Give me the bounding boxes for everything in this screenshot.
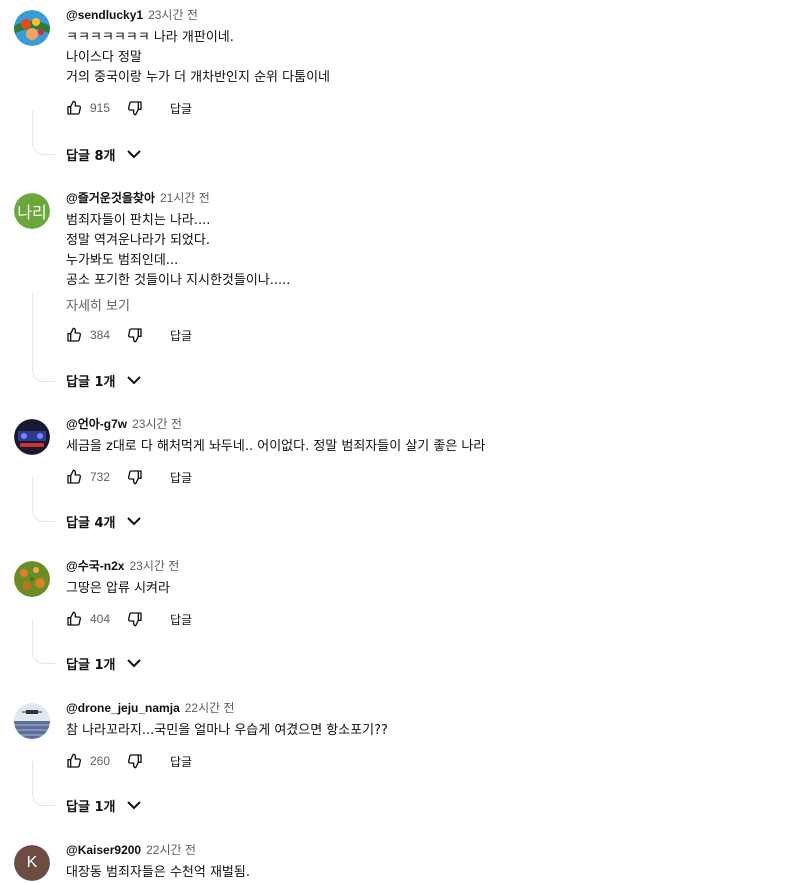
replies-count-label: 답글 8개 — [66, 148, 116, 164]
thumbs-up-icon — [66, 611, 82, 627]
timestamp[interactable]: 21시간 전 — [160, 189, 210, 206]
dislike-button[interactable] — [127, 753, 143, 769]
comment-actions: 384 답글 — [66, 326, 192, 344]
read-more-link[interactable]: 자세히 보기 — [66, 295, 130, 314]
reply-button[interactable]: 답글 — [170, 753, 192, 770]
like-button[interactable] — [66, 100, 82, 116]
thread-connector — [32, 477, 55, 522]
avatar[interactable] — [14, 561, 50, 597]
author-name[interactable]: @언아-g7w — [66, 415, 127, 432]
thumbs-down-icon — [127, 469, 143, 485]
chevron-down-icon — [115, 149, 142, 159]
timestamp[interactable]: 23시간 전 — [129, 557, 179, 574]
chevron-down-icon — [115, 516, 142, 526]
replies-count-label: 답글 1개 — [66, 374, 116, 390]
author-name[interactable]: @sendlucky1 — [66, 8, 143, 22]
comment-line: 공소 포기한 것들이나 지시한것들이나..... — [66, 273, 291, 288]
author-name[interactable]: @drone_jeju_namja — [66, 701, 180, 715]
dislike-button[interactable] — [127, 327, 143, 343]
like-button[interactable] — [66, 753, 82, 769]
like-button[interactable] — [66, 611, 82, 627]
thumbs-up-icon — [66, 753, 82, 769]
comment-text: 그땅은 압류 시켜라 — [66, 579, 170, 599]
comment-line: 대장동 범죄자들은 수천억 재벌됨. — [66, 865, 250, 880]
view-replies-button[interactable]: 답글 1개 — [66, 653, 142, 673]
like-count: 915 — [90, 101, 111, 115]
comment-line: 거의 중국이랑 누가 더 개차반인지 순위 다툼이네 — [66, 70, 330, 85]
author-name[interactable]: @수국-n2x — [66, 557, 124, 574]
timestamp[interactable]: 23시간 전 — [132, 415, 182, 432]
like-button[interactable] — [66, 327, 82, 343]
thumbs-down-icon — [127, 753, 143, 769]
dislike-button[interactable] — [127, 611, 143, 627]
avatar-initials: 나리 — [14, 193, 50, 229]
chevron-down-icon — [115, 375, 142, 385]
thread-connector — [32, 110, 55, 155]
comment-text: 대장동 범죄자들은 수천억 재벌됨. — [66, 863, 250, 883]
avatar[interactable] — [14, 703, 50, 739]
thumbs-down-icon — [127, 100, 143, 116]
author-name[interactable]: @Kaiser9200 — [66, 843, 141, 857]
view-replies-button[interactable]: 답글 4개 — [66, 511, 142, 531]
thread-connector — [32, 619, 55, 664]
reply-button[interactable]: 답글 — [170, 100, 192, 117]
avatar[interactable] — [14, 419, 50, 455]
reply-button[interactable]: 답글 — [170, 469, 192, 486]
comment-actions: 260 답글 — [66, 752, 192, 770]
dislike-button[interactable] — [127, 100, 143, 116]
chevron-down-icon — [115, 800, 142, 810]
replies-count-label: 답글 4개 — [66, 515, 116, 531]
thumbs-up-icon — [66, 469, 82, 485]
comment-line: 범죄자들이 판치는 나라.... — [66, 213, 211, 228]
like-button[interactable] — [66, 469, 82, 485]
comment-text: 범죄자들이 판치는 나라.... 정말 역겨운나라가 되었다. 누가봐도 범죄인… — [66, 211, 290, 291]
comment-line: 참 나라꼬라지...국민을 얼마나 우습게 여겼으면 항소포기?? — [66, 723, 388, 738]
comment-actions: 915 답글 — [66, 99, 192, 117]
comment-header: @drone_jeju_namja 22시간 전 — [66, 699, 235, 719]
comment-header: @즐거운것을찾아 21시간 전 — [66, 189, 210, 209]
thumbs-down-icon — [127, 611, 143, 627]
comment-line: 그땅은 압류 시켜라 — [66, 581, 170, 596]
comment-line: 나이스다 정말 — [66, 50, 142, 65]
comment-line: 누가봐도 범죄인데... — [66, 253, 179, 268]
thumbs-up-icon — [66, 327, 82, 343]
timestamp[interactable]: 23시간 전 — [148, 6, 198, 23]
comment-text: 참 나라꼬라지...국민을 얼마나 우습게 여겼으면 항소포기?? — [66, 721, 388, 741]
avatar-initials: K — [14, 845, 50, 881]
comment-line: 세금을 z대로 다 해처먹게 놔두네.. 어이없다. 정말 범죄자들이 살기 좋… — [66, 439, 486, 454]
avatar[interactable]: 나리 — [14, 193, 50, 229]
reply-button[interactable]: 답글 — [170, 611, 192, 628]
reply-button[interactable]: 답글 — [170, 327, 192, 344]
comment-header: @Kaiser9200 22시간 전 — [66, 841, 196, 861]
view-replies-button[interactable]: 답글 1개 — [66, 795, 142, 815]
dislike-button[interactable] — [127, 469, 143, 485]
thread-connector — [32, 761, 55, 806]
timestamp[interactable]: 22시간 전 — [146, 841, 196, 858]
avatar[interactable]: K — [14, 845, 50, 881]
comment-header: @수국-n2x 23시간 전 — [66, 557, 179, 577]
view-replies-button[interactable]: 답글 1개 — [66, 370, 142, 390]
replies-count-label: 답글 1개 — [66, 799, 116, 815]
comment-line: 정말 역겨운나라가 되었다. — [66, 233, 210, 248]
author-name[interactable]: @즐거운것을찾아 — [66, 189, 155, 206]
thread-connector — [32, 293, 55, 382]
comment-text: 세금을 z대로 다 해처먹게 놔두네.. 어이없다. 정말 범죄자들이 살기 좋… — [66, 437, 485, 457]
comment-line: ㅋㅋㅋㅋㅋㅋㅋ 나라 개판이네. — [66, 30, 234, 45]
like-count: 732 — [90, 470, 111, 484]
timestamp[interactable]: 22시간 전 — [185, 699, 235, 716]
replies-count-label: 답글 1개 — [66, 657, 116, 673]
comment-actions: 404 답글 — [66, 610, 192, 628]
avatar[interactable] — [14, 10, 50, 46]
like-count: 260 — [90, 754, 111, 768]
thumbs-down-icon — [127, 327, 143, 343]
thumbs-up-icon — [66, 100, 82, 116]
chevron-down-icon — [115, 658, 142, 668]
comment-actions: 732 답글 — [66, 468, 192, 486]
like-count: 404 — [90, 612, 111, 626]
comment-header: @언아-g7w 23시간 전 — [66, 415, 182, 435]
view-replies-button[interactable]: 답글 8개 — [66, 144, 142, 164]
comment-header: @sendlucky1 23시간 전 — [66, 6, 198, 26]
comment-text: ㅋㅋㅋㅋㅋㅋㅋ 나라 개판이네. 나이스다 정말 거의 중국이랑 누가 더 개차… — [66, 28, 330, 88]
like-count: 384 — [90, 328, 111, 342]
